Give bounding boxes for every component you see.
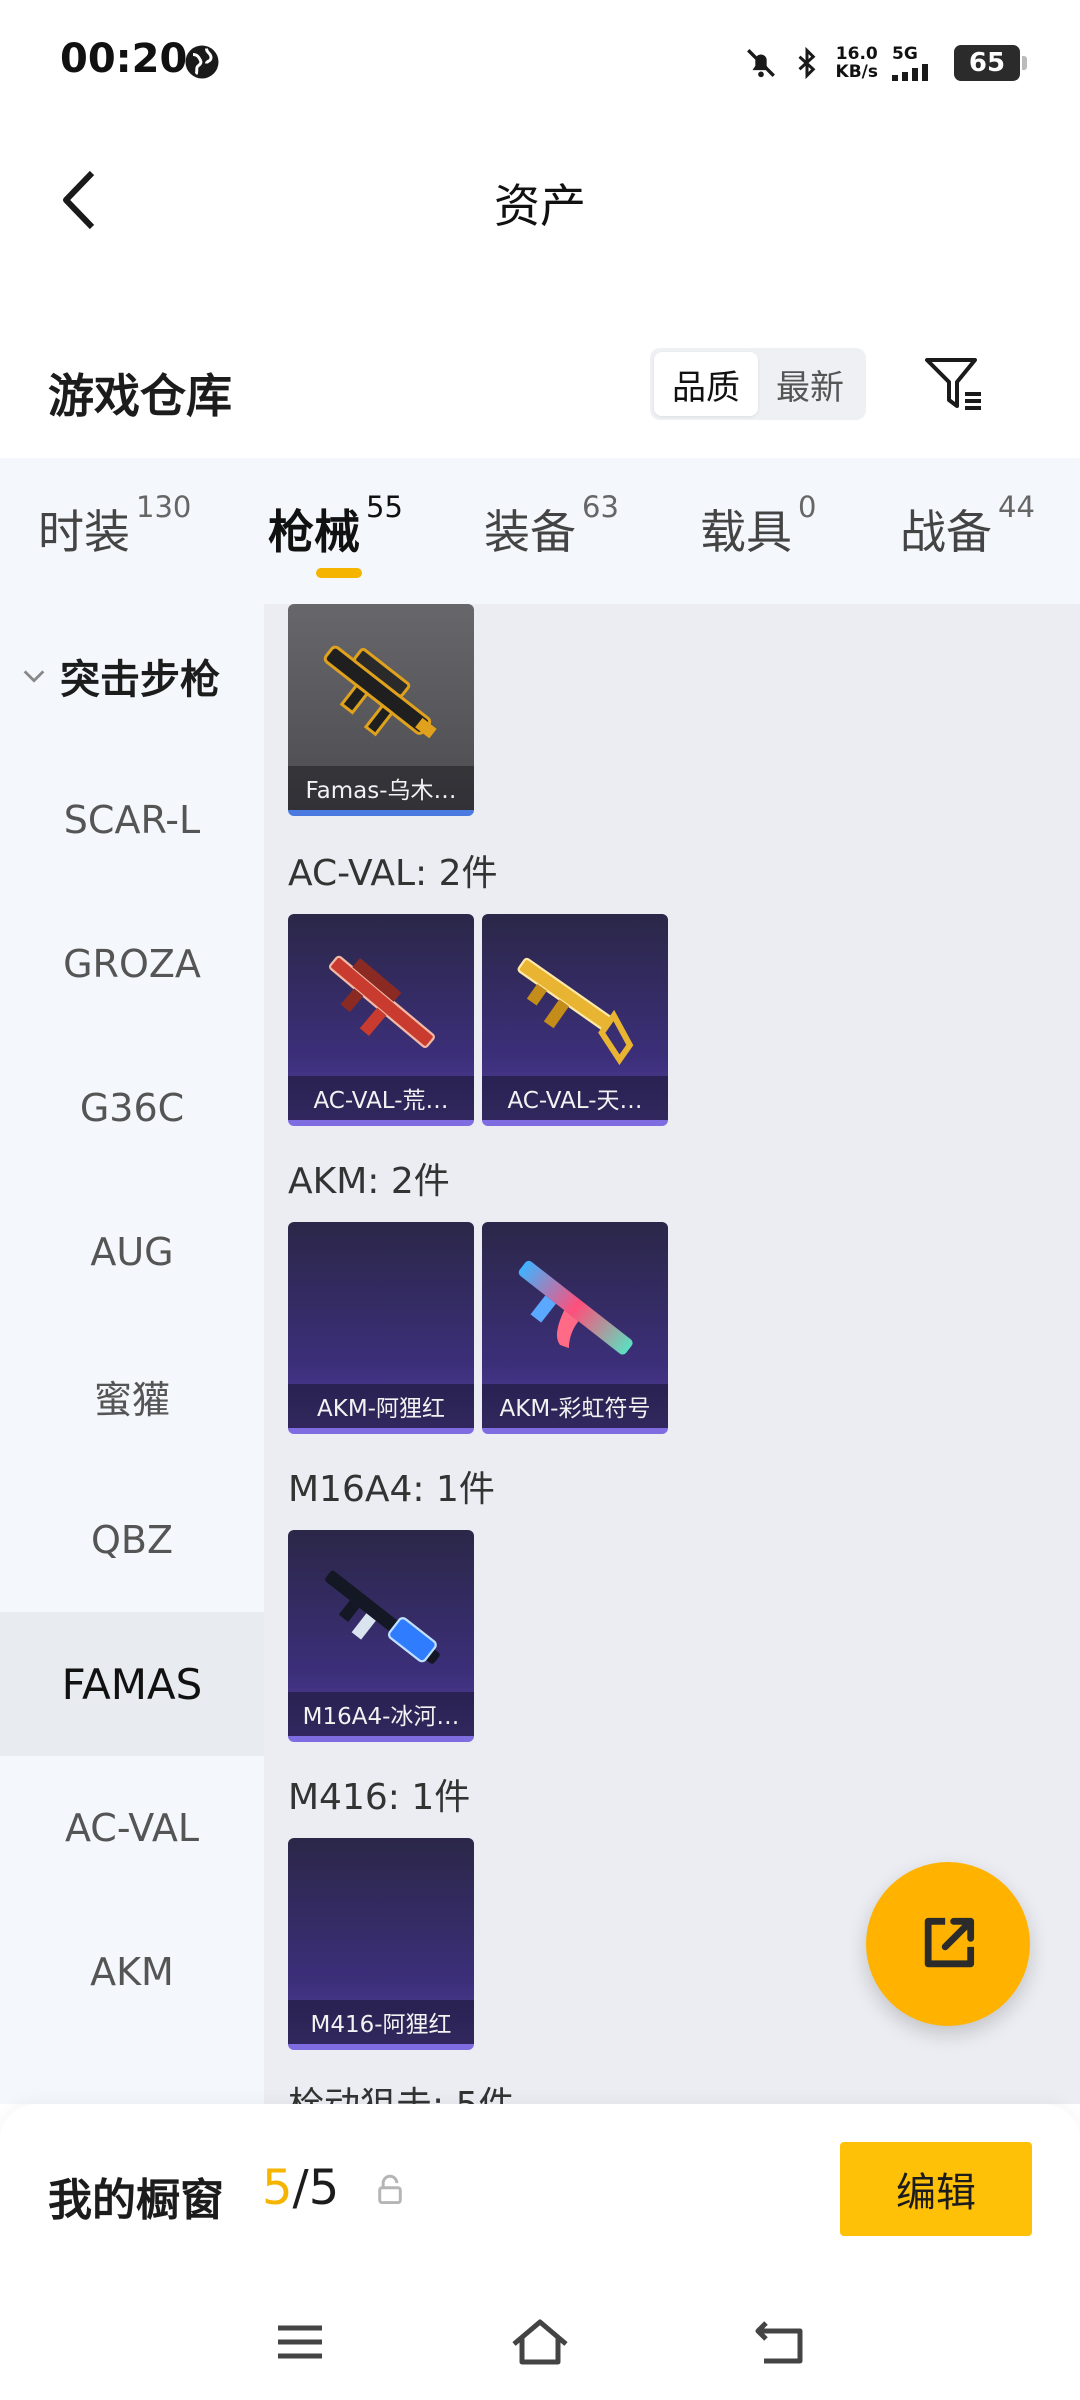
recent-apps-button[interactable] (268, 2310, 332, 2374)
tab-label: 装备 (484, 505, 576, 559)
famas-gold-icon (323, 645, 437, 739)
category-tabs: 时装 130 枪械 55 装备 63 载具 0 战备 44 (0, 458, 1080, 604)
status-right: 16.0 KB/s 5G 65 (744, 38, 1027, 88)
sidebar-item-akm[interactable]: AKM (0, 1900, 264, 2044)
tab-count: 55 (366, 490, 403, 524)
sidebar-item-groza[interactable]: GROZA (0, 892, 264, 1036)
group-title: M416: 1件 (288, 1777, 471, 1818)
group-title: AC-VAL: 2件 (288, 853, 498, 894)
battery-icon: 65 (954, 45, 1027, 81)
tab-count: 63 (582, 490, 619, 524)
tab-vehicles[interactable]: 载具 0 (700, 490, 816, 562)
item-card[interactable]: AC-VAL-荒… (288, 914, 474, 1126)
item-card[interactable]: AKM-彩虹符号 (482, 1222, 668, 1434)
sidebar-item-qbz[interactable]: QBZ (0, 1468, 264, 1612)
showcase-total: /5 (292, 2160, 340, 2216)
showcase-current: 5 (262, 2160, 293, 2216)
nav-bar: 资产 (0, 130, 1080, 270)
group-title: 栓动狙击: 5件 (288, 2076, 514, 2104)
item-card[interactable]: AKM-阿狸红 (288, 1222, 474, 1434)
vpn-globe-icon (185, 45, 219, 79)
page-title: 资产 (494, 179, 586, 233)
signal-icon (892, 64, 928, 81)
return-icon (755, 2321, 803, 2364)
speed-unit: KB/s (835, 62, 878, 82)
item-name: AC-VAL-天… (482, 1076, 668, 1120)
sort-quality-button[interactable]: 品质 (654, 352, 758, 416)
share-external-icon (924, 1917, 975, 1968)
tab-indicator (316, 568, 362, 578)
status-bar: 00:20 16.0 KB/s 5G 65 (0, 0, 1080, 130)
showcase-label: 我的橱窗 (48, 2175, 224, 2226)
tab-guns[interactable]: 枪械 55 (268, 490, 403, 562)
akm-rainbow-icon (518, 1260, 633, 1355)
item-name: Famas-乌木… (288, 766, 474, 810)
item-name: AKM-彩虹符号 (482, 1384, 668, 1428)
sidebar-group-label: 突击步枪 (60, 657, 220, 703)
item-card[interactable]: Famas-乌木… (288, 604, 474, 816)
tab-count: 0 (798, 490, 817, 524)
status-time: 00:20 (60, 36, 188, 82)
sort-toggle: 品质 最新 (650, 348, 866, 420)
filter-icon (925, 358, 981, 410)
m16-ice-icon (325, 1570, 440, 1664)
showcase-count: 5/5 (262, 2160, 339, 2216)
sidebar-item-ac-val[interactable]: AC-VAL (0, 1756, 264, 1900)
mute-bell-icon (746, 49, 775, 78)
sort-latest-button[interactable]: 最新 (758, 352, 862, 416)
tab-equipment[interactable]: 装备 63 (484, 490, 619, 562)
tab-fashion[interactable]: 时装 130 (38, 490, 191, 562)
sidebar-item-g36c[interactable]: G36C (0, 1036, 264, 1180)
tab-label: 战备 (900, 505, 992, 559)
item-name: AKM-阿狸红 (288, 1384, 474, 1428)
filter-button[interactable] (912, 348, 996, 420)
sidebar-item-aug[interactable]: AUG (0, 1180, 264, 1324)
item-card[interactable]: AC-VAL-天… (482, 914, 668, 1126)
item-name: AC-VAL-荒… (288, 1076, 474, 1120)
tab-gear[interactable]: 战备 44 (900, 490, 1035, 562)
network-type: 5G (892, 44, 918, 64)
tab-count: 44 (998, 490, 1035, 524)
system-nav-bar (0, 2300, 1080, 2380)
sidebar-item-scar-l[interactable]: SCAR-L (0, 748, 264, 892)
acval-gold-icon (517, 957, 634, 1066)
menu-icon (278, 2325, 322, 2359)
speed-value: 16.0 (835, 44, 878, 64)
share-fab[interactable] (866, 1862, 1030, 2026)
section-title: 游戏仓库 (48, 369, 232, 423)
lock-icon (378, 2174, 402, 2205)
sidebar-item-honey-badger[interactable]: 蜜獾 (0, 1324, 264, 1468)
sidebar-item-famas[interactable]: FAMAS (0, 1612, 264, 1756)
tab-label: 枪械 (268, 505, 360, 559)
item-card[interactable]: M416-阿狸红 (288, 1838, 474, 2050)
acval-red-icon (328, 955, 435, 1048)
item-name: M416-阿狸红 (288, 2000, 474, 2044)
battery-level: 65 (968, 48, 1006, 78)
chevron-down-icon (23, 670, 45, 683)
group-title: M16A4: 1件 (288, 1469, 495, 1510)
tab-label: 载具 (700, 505, 792, 559)
home-button[interactable] (508, 2310, 572, 2374)
home-icon (512, 2319, 568, 2365)
tab-count: 130 (136, 490, 192, 524)
bluetooth-icon (798, 46, 815, 80)
item-name: M16A4-冰河… (288, 1692, 474, 1736)
system-back-button[interactable] (748, 2310, 812, 2374)
showcase-panel: 我的橱窗 5/5 编辑 (0, 2104, 1080, 2400)
tab-label: 时装 (38, 505, 130, 559)
group-title: AKM: 2件 (288, 1161, 450, 1202)
edit-button[interactable]: 编辑 (840, 2142, 1032, 2236)
network-speed: 16.0 KB/s (836, 45, 878, 81)
weapon-type-sidebar: 突击步枪 SCAR-L GROZA G36C AUG 蜜獾 QBZ FAMAS … (0, 604, 264, 2104)
item-card[interactable]: M16A4-冰河… (288, 1530, 474, 1742)
sidebar-group-assault-rifles[interactable]: 突击步枪 (0, 604, 264, 748)
